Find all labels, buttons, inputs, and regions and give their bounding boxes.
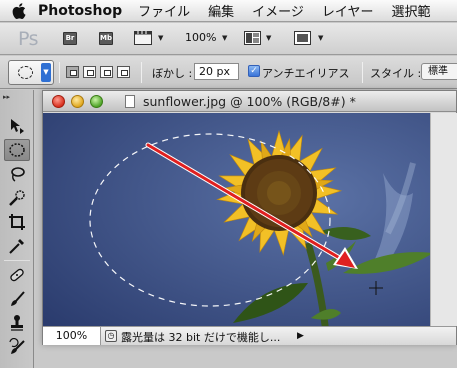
menu-image[interactable]: イメージ: [252, 1, 304, 20]
move-tool[interactable]: [4, 115, 30, 137]
history-brush-icon: [9, 338, 25, 354]
menu-layer[interactable]: レイヤー: [322, 1, 374, 20]
quick-selection-tool[interactable]: [4, 187, 30, 209]
zoom-window-button[interactable]: [90, 95, 103, 108]
screen-mode-button[interactable]: [294, 31, 312, 49]
style-label: スタイル :: [370, 67, 422, 80]
history-brush-tool[interactable]: [4, 336, 30, 358]
photoshop-logo: Ps: [18, 28, 39, 50]
grid-ruler-icon: [134, 31, 152, 45]
tools-collapse-icon[interactable]: ▸▸: [3, 93, 10, 101]
view-extras-button[interactable]: [134, 31, 154, 49]
menu-app-name[interactable]: Photoshop: [38, 3, 122, 19]
arrange-icon: [244, 31, 261, 45]
options-divider: [141, 62, 142, 83]
lasso-icon: [11, 167, 25, 182]
elliptical-marquee-preset-icon: [18, 66, 33, 79]
tool-preset-picker[interactable]: ▼: [8, 60, 54, 85]
move-icon: [11, 119, 24, 134]
options-bar: ▼ ぼかし : 20 px ✓ アンチエイリアス スタイル : 標準: [0, 56, 457, 89]
menu-file[interactable]: ファイル: [138, 1, 190, 20]
application-bar: Ps Br Mb ▼ 100% ▼ ▼ ▼: [0, 23, 457, 55]
screen-mode-icon: [294, 31, 311, 45]
marquee-icon: [9, 143, 25, 157]
new-selection-button[interactable]: [66, 66, 79, 78]
minimize-window-button[interactable]: [71, 95, 84, 108]
crop-icon: [9, 214, 25, 230]
status-info-icon: ◷: [105, 330, 117, 342]
arrange-dropdown-icon[interactable]: ▼: [266, 34, 271, 42]
intersect-selection-button[interactable]: [117, 66, 130, 78]
zoom-dropdown-icon[interactable]: ▼: [222, 34, 227, 42]
arrange-documents-button[interactable]: [244, 31, 262, 49]
document-titlebar[interactable]: sunflower.jpg @ 100% (RGB/8#) *: [43, 91, 456, 112]
tools-separator: [4, 260, 30, 261]
healing-brush-tool[interactable]: [4, 264, 30, 286]
document-icon: [125, 95, 135, 108]
menu-edit[interactable]: 編集: [208, 1, 234, 20]
eyedropper-icon: [9, 239, 24, 254]
status-zoom-field[interactable]: 100%: [43, 327, 101, 345]
feather-input[interactable]: 20 px: [194, 63, 239, 80]
apple-menu[interactable]: [0, 2, 38, 19]
close-window-button[interactable]: [52, 95, 65, 108]
lasso-tool[interactable]: [4, 163, 30, 185]
sunflower-image: [43, 113, 430, 326]
document-window: sunflower.jpg @ 100% (RGB/8#) * 100% ◷ 露…: [42, 90, 457, 345]
document-title: sunflower.jpg @ 100% (RGB/8#) *: [143, 94, 356, 109]
antialias-checkbox[interactable]: ✓: [248, 65, 260, 77]
mini-bridge-button[interactable]: Mb: [99, 32, 113, 45]
eyedropper-tool[interactable]: [4, 235, 30, 257]
image-canvas[interactable]: [43, 113, 430, 326]
add-to-selection-button[interactable]: [83, 66, 96, 78]
bandage-icon: [10, 268, 24, 282]
elliptical-marquee-tool[interactable]: [4, 139, 30, 161]
crop-tool[interactable]: [4, 211, 30, 233]
menu-select[interactable]: 選択範: [392, 1, 431, 20]
brush-icon: [11, 291, 25, 306]
antialias-label: アンチエイリアス: [262, 67, 350, 80]
status-info-text: 露光量は 32 bit だけで機能し...: [121, 331, 281, 344]
screen-mode-dropdown-icon[interactable]: ▼: [318, 34, 323, 42]
status-menu-arrow-icon[interactable]: ▶: [297, 329, 307, 343]
options-divider: [362, 62, 363, 83]
options-divider: [59, 62, 60, 83]
zoom-level[interactable]: 100%: [185, 31, 216, 44]
style-select[interactable]: 標準: [421, 63, 457, 80]
document-status-bar: 100% ◷ 露光量は 32 bit だけで機能し... ▶: [43, 326, 456, 345]
brush-tool[interactable]: [4, 288, 30, 310]
bridge-button[interactable]: Br: [63, 32, 77, 45]
stamp-icon: [11, 315, 23, 331]
menu-bar: Photoshop ファイル 編集 イメージ レイヤー 選択範: [0, 0, 457, 22]
quick-selection-icon: [9, 190, 25, 206]
view-extras-dropdown-icon[interactable]: ▼: [158, 34, 163, 42]
subtract-from-selection-button[interactable]: [100, 66, 113, 78]
clone-stamp-tool[interactable]: [4, 312, 30, 334]
apple-icon: [12, 2, 26, 19]
feather-label: ぼかし :: [152, 67, 193, 80]
tools-panel: ▸▸: [0, 90, 34, 368]
preset-dropdown-icon: ▼: [41, 63, 51, 82]
vertical-scrollbar[interactable]: [430, 113, 457, 326]
